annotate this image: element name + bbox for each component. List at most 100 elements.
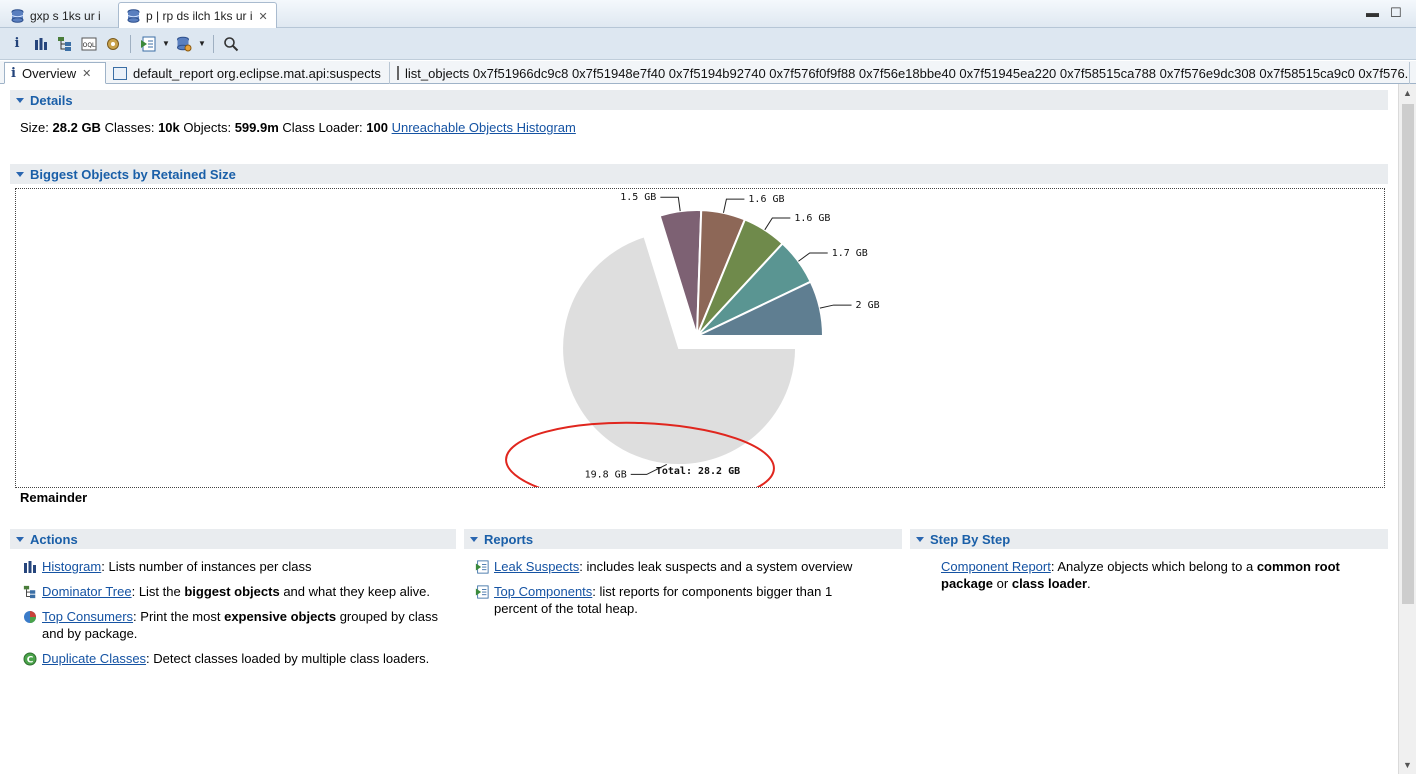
dominator-tree-link[interactable]: Dominator Tree [42, 584, 132, 599]
info-icon[interactable]: i [6, 33, 28, 55]
component-report-link[interactable]: Component Report [941, 559, 1051, 574]
component-report-desc-3: . [1087, 576, 1091, 591]
duplicate-classes-desc: : Detect classes loaded by multiple clas… [146, 651, 430, 666]
toolbar-separator [213, 34, 214, 53]
vertical-scrollbar[interactable]: ▲ ▼ [1398, 84, 1416, 774]
dominator-tree-icon[interactable] [54, 33, 76, 55]
action-duplicate-classes: C Duplicate Classes: Detect classes load… [23, 650, 443, 667]
editor-tab-2-label: p | rp ds ilch 1ks ur i [146, 9, 253, 23]
remainder-label: Remainder [20, 490, 88, 505]
pie-label-leader [660, 196, 681, 212]
histogram-icon[interactable] [30, 33, 52, 55]
details-section-header[interactable]: Details [10, 90, 1388, 110]
heap-query-icon[interactable] [173, 33, 195, 55]
info-icon: i [11, 65, 16, 81]
svg-text:C: C [27, 656, 34, 666]
dominator-tree-desc-2: and what they keep alive. [279, 584, 431, 599]
tab-overview[interactable]: i Overview ✕ [4, 62, 106, 84]
collapse-triangle-icon[interactable] [470, 536, 478, 542]
toolbar: i OQL ▼ ▼ [0, 28, 1416, 60]
class-loader-value: 100 [366, 120, 388, 135]
run-report-icon [475, 585, 489, 599]
action-histogram: Histogram: Lists number of instances per… [23, 558, 443, 575]
pie-label-leader [819, 304, 852, 309]
svg-text:OQL: OQL [83, 42, 96, 49]
component-report-bold-2: class loader [1011, 576, 1087, 591]
dominator-tree-desc-1: : List the [131, 584, 185, 599]
editor-tab-2[interactable]: p | rp ds ilch 1ks ur i ✕ [118, 2, 277, 29]
heap-dump-icon [127, 9, 140, 23]
actions-section-header[interactable]: Actions [10, 529, 456, 549]
pie-slice-label: 1.5 GB [620, 192, 656, 203]
pie-slice-label: 1.6 GB [794, 213, 830, 224]
unreachable-objects-histogram-link[interactable]: Unreachable Objects Histogram [392, 120, 576, 135]
close-icon[interactable]: ✕ [82, 67, 91, 80]
chevron-down-icon[interactable]: ▼ [197, 39, 207, 48]
leak-suspects-link[interactable]: Leak Suspects [494, 559, 579, 574]
pie-slice-label: 2 GB [856, 300, 880, 311]
action-dominator-tree: Dominator Tree: List the biggest objects… [23, 583, 443, 600]
classes-value: 10k [158, 120, 180, 135]
actions-title: Actions [30, 531, 78, 547]
pie-slice-label: 19.8 GB [585, 469, 627, 480]
details-title: Details [30, 92, 73, 108]
oql-icon[interactable]: OQL [78, 33, 100, 55]
pie-total-label: Total: 28.2 GB [656, 466, 740, 477]
objects-label: Objects: [183, 120, 232, 135]
top-consumers-bold: expensive objects [224, 609, 337, 624]
tab-default-report-label: default_report org.eclipse.mat.api:suspe… [133, 65, 381, 81]
pie-slice-label: 1.6 GB [748, 194, 784, 205]
histogram-desc: : Lists number of instances per class [101, 559, 312, 574]
report-icon [113, 66, 127, 80]
toolbar-separator [130, 34, 131, 53]
collapse-triangle-icon[interactable] [16, 171, 24, 177]
gear-icon[interactable] [102, 33, 124, 55]
inner-tab-bar: i Overview ✕ default_report org.eclipse.… [0, 61, 1416, 84]
top-components-link[interactable]: Top Components [494, 584, 592, 599]
objects-value: 599.9m [234, 120, 279, 135]
run-report-icon [475, 560, 489, 574]
scroll-down-icon[interactable]: ▼ [1403, 760, 1412, 770]
chevron-down-icon[interactable]: ▼ [161, 39, 171, 48]
editor-tab-1[interactable]: gxp s 1ks ur i [2, 2, 110, 28]
tab-default-report[interactable]: default_report org.eclipse.mat.api:suspe… [107, 62, 390, 84]
action-top-consumers: Top Consumers: Print the most expensive … [23, 608, 443, 642]
step-by-step-title: Step By Step [930, 531, 1011, 547]
document-icon [397, 66, 399, 80]
leak-suspects-desc: : includes leak suspects and a system ov… [579, 559, 853, 574]
duplicate-classes-link[interactable]: Duplicate Classes [42, 651, 146, 666]
top-consumers-link[interactable]: Top Consumers [42, 609, 133, 624]
overview-content: Details Size: 28.2 GB Classes: 10k Objec… [0, 84, 1398, 774]
component-report-desc-1: : Analyze objects which belong to a [1050, 559, 1257, 574]
pie-label-leader [798, 252, 828, 262]
reports-title: Reports [484, 531, 534, 547]
classes-label: Classes: [104, 120, 155, 135]
collapse-triangle-icon[interactable] [16, 97, 24, 103]
run-report-icon[interactable] [137, 33, 159, 55]
maximize-icon[interactable]: ☐ [1390, 5, 1402, 21]
minimize-icon[interactable]: ▬ [1366, 5, 1379, 20]
size-label: Size: [20, 120, 49, 135]
collapse-triangle-icon[interactable] [916, 536, 924, 542]
collapse-triangle-icon[interactable] [16, 536, 24, 542]
step-component-report: Component Report: Analyze objects which … [941, 558, 1371, 592]
pie-chart: 1.5 GB 1.6 GB 1.6 GB 1.7 GB 2 GB 19.8 GB Total… [505, 192, 880, 507]
biggest-objects-section-header[interactable]: Biggest Objects by Retained Size [10, 164, 1388, 184]
search-icon[interactable] [220, 33, 242, 55]
tab-list-objects-label: list_objects 0x7f51966dc9c8 0x7f51948e7f… [405, 65, 1410, 81]
details-summary: Size: 28.2 GB Classes: 10k Objects: 599.… [20, 120, 576, 135]
tab-list-objects[interactable]: list_objects 0x7f51966dc9c8 0x7f51948e7f… [391, 62, 1410, 84]
top-consumers-desc-1: : Print the most [133, 609, 225, 624]
scrollbar-thumb[interactable] [1402, 104, 1414, 604]
pie-chart-frame: 1.5 GB 1.6 GB 1.6 GB 1.7 GB 2 GB 19.8 GB Total… [15, 188, 1385, 507]
heap-dump-icon [11, 8, 24, 23]
pie-label-leader [764, 217, 791, 231]
close-icon[interactable]: ✕ [259, 10, 268, 23]
reports-section-header[interactable]: Reports [464, 529, 902, 549]
step-by-step-section-header[interactable]: Step By Step [910, 529, 1388, 549]
histogram-link[interactable]: Histogram [42, 559, 101, 574]
scroll-up-icon[interactable]: ▲ [1403, 88, 1412, 98]
pie-slice-label: 1.7 GB [832, 248, 868, 259]
histogram-icon [24, 561, 36, 573]
biggest-objects-title: Biggest Objects by Retained Size [30, 166, 236, 182]
